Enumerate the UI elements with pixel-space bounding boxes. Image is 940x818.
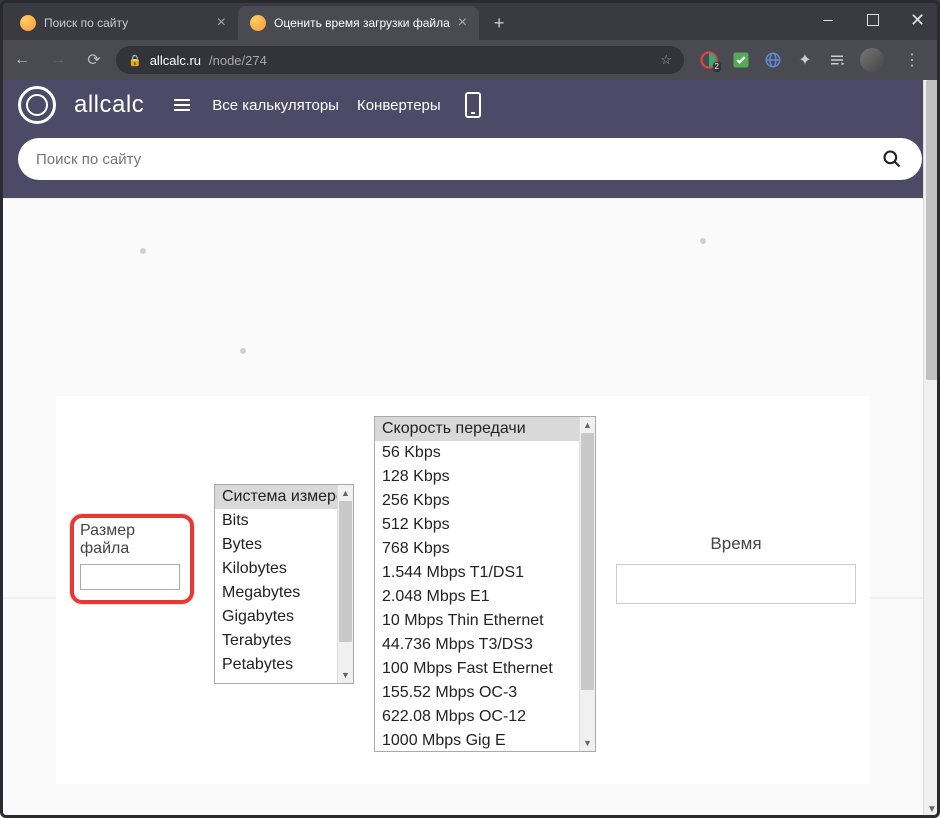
page-scrollbar[interactable]: ▼	[923, 80, 940, 818]
window-minimize[interactable]	[805, 0, 850, 40]
tab-close-icon[interactable]: ×	[458, 14, 467, 32]
tab-title: Оценить время загрузки файла	[274, 16, 450, 30]
speed-option[interactable]: 622.08 Mbps OC-12	[375, 705, 595, 729]
search-icon	[882, 149, 902, 169]
extension-badge: 2	[713, 62, 721, 72]
time-result-box	[616, 564, 856, 604]
window-close[interactable]: ✕	[895, 0, 940, 40]
site-navbar: allcalc Все калькуляторы Конвертеры	[0, 80, 940, 130]
speed-option[interactable]: 1000 Mbps Gig E	[375, 729, 595, 753]
tab-favicon-icon	[20, 15, 36, 31]
site-search-box	[18, 138, 922, 180]
speed-option[interactable]: 512 Kbps	[375, 513, 595, 537]
units-option-header[interactable]: Система измере	[215, 485, 353, 509]
logo-text[interactable]: allcalc	[74, 91, 144, 119]
scrollbar-arrow-up-icon[interactable]: ▲	[338, 485, 353, 501]
file-size-highlight: Размер файла	[70, 514, 194, 604]
listbox-scrollbar[interactable]: ▲ ▼	[579, 417, 595, 751]
url-path: /node/274	[209, 53, 267, 68]
units-option[interactable]: Bytes	[215, 533, 353, 557]
speed-option[interactable]: 10 Mbps Thin Ethernet	[375, 609, 595, 633]
scrollbar-thumb[interactable]	[926, 80, 938, 380]
window-maximize[interactable]	[850, 0, 895, 40]
back-button[interactable]: ←	[8, 46, 36, 74]
calculator-panel: Размер файла Система измереBitsBytesKilo…	[56, 396, 870, 784]
forward-button[interactable]: →	[44, 46, 72, 74]
nav-all-calculators[interactable]: Все калькуляторы	[212, 97, 339, 114]
lock-icon: 🔒	[128, 54, 142, 67]
scrollbar-arrow-down-icon[interactable]: ▼	[338, 667, 353, 683]
speed-option[interactable]: 44.736 Mbps T3/DS3	[375, 633, 595, 657]
speed-option[interactable]: 128 Kbps	[375, 465, 595, 489]
bookmark-star-icon[interactable]: ☆	[660, 52, 672, 68]
hamburger-menu-icon[interactable]	[174, 99, 190, 111]
browser-menu-button[interactable]: ⋮	[898, 46, 926, 74]
scrollbar-arrow-up-icon[interactable]: ▲	[580, 417, 595, 433]
tab-title: Поиск по сайту	[44, 16, 209, 30]
reload-button[interactable]: ⟳	[80, 46, 108, 74]
units-option[interactable]: Kilobytes	[215, 557, 353, 581]
logo-icon[interactable]	[18, 86, 56, 124]
units-option[interactable]: Megabytes	[215, 581, 353, 605]
scrollbar-arrow-down-icon[interactable]: ▼	[924, 801, 940, 818]
speed-option[interactable]: 256 Kbps	[375, 489, 595, 513]
speed-option[interactable]: 1.544 Mbps T1/DS1	[375, 561, 595, 585]
extensions-puzzle-icon[interactable]: ✦	[796, 51, 814, 69]
profile-avatar[interactable]	[860, 48, 884, 72]
scrollbar-thumb[interactable]	[581, 433, 594, 690]
units-selectbox[interactable]: Система измереBitsBytesKilobytesMegabyte…	[214, 484, 354, 684]
speed-option[interactable]: 2.048 Mbps E1	[375, 585, 595, 609]
extension-icon-globe[interactable]	[764, 51, 782, 69]
site-search-wrap	[0, 130, 940, 198]
units-option[interactable]: Terabytes	[215, 629, 353, 653]
scrollbar-thumb[interactable]	[339, 501, 352, 642]
scrollbar-arrow-down-icon[interactable]: ▼	[580, 735, 595, 751]
site-search-input[interactable]	[36, 151, 880, 168]
speed-option[interactable]: 100 Mbps Fast Ethernet	[375, 657, 595, 681]
speed-option[interactable]: 155.52 Mbps OC-3	[375, 681, 595, 705]
units-option[interactable]: Petabytes	[215, 653, 353, 677]
extension-icon-adblock[interactable]: 2	[700, 51, 718, 69]
site-search-button[interactable]	[880, 147, 904, 171]
file-size-input[interactable]	[80, 564, 180, 590]
units-option[interactable]: Gigabytes	[215, 605, 353, 629]
browser-tab-1[interactable]: Поиск по сайту ×	[8, 6, 238, 40]
speed-option[interactable]: 768 Kbps	[375, 537, 595, 561]
listbox-scrollbar[interactable]: ▲ ▼	[337, 485, 353, 683]
mobile-icon[interactable]	[465, 92, 481, 118]
new-tab-button[interactable]: +	[485, 9, 513, 37]
units-option[interactable]: Bits	[215, 509, 353, 533]
media-control-icon[interactable]	[828, 51, 846, 69]
file-size-label: Размер файла	[80, 522, 184, 558]
browser-tab-2[interactable]: Оценить время загрузки файла ×	[238, 6, 479, 40]
tab-close-icon[interactable]: ×	[217, 14, 226, 32]
speed-option-header[interactable]: Скорость передачи	[375, 417, 595, 441]
speed-option[interactable]: 56 Kbps	[375, 441, 595, 465]
browser-tab-strip: Поиск по сайту × Оценить время загрузки …	[0, 0, 940, 40]
speed-selectbox[interactable]: Скорость передачи56 Kbps128 Kbps256 Kbps…	[374, 416, 596, 752]
url-domain: allcalc.ru	[150, 53, 201, 68]
nav-converters[interactable]: Конвертеры	[357, 97, 441, 114]
browser-toolbar: ← → ⟳ 🔒 allcalc.ru/node/274 ☆ 2 ✦ ⋮	[0, 40, 940, 80]
address-bar[interactable]: 🔒 allcalc.ru/node/274 ☆	[116, 46, 684, 74]
tab-favicon-icon	[250, 15, 266, 31]
extension-icon-check[interactable]	[732, 51, 750, 69]
time-label: Время	[710, 534, 761, 554]
